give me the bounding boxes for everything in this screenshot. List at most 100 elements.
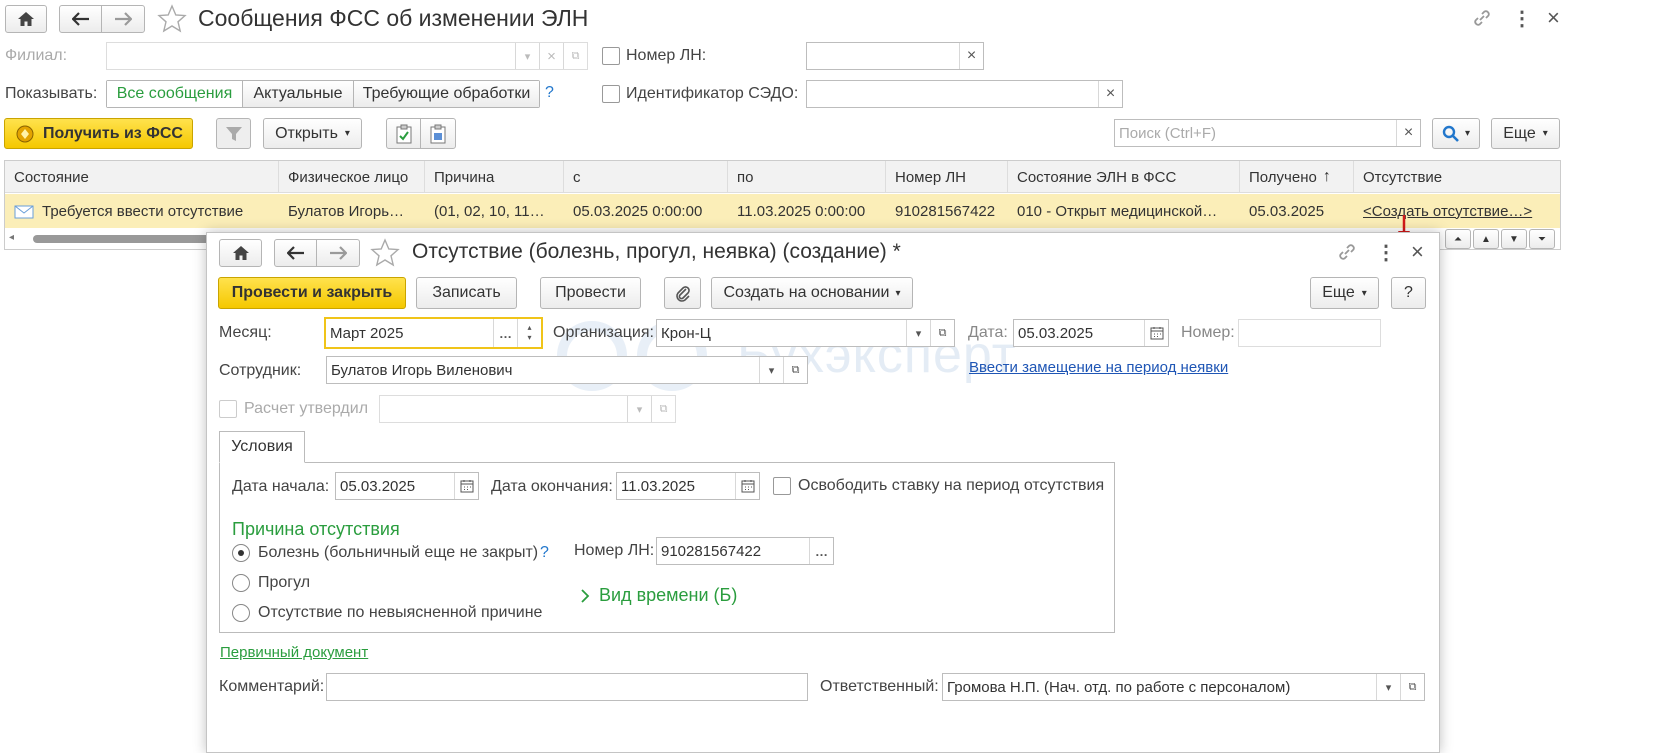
attach-button[interactable] <box>664 277 701 309</box>
table-row[interactable]: Требуется ввести отсутствие Булатов Игор… <box>5 194 1560 228</box>
first-row-icon[interactable]: ⏶ <box>1445 229 1471 249</box>
more-button[interactable]: Еще ▾ <box>1310 277 1379 309</box>
open-icon[interactable]: ⧉ <box>1400 674 1424 700</box>
open-icon[interactable]: ⧉ <box>930 320 954 346</box>
col-from[interactable]: с <box>564 161 728 193</box>
number-field[interactable] <box>1238 319 1381 347</box>
reason-help-icon[interactable]: ? <box>540 544 549 562</box>
nomer-ln-checkbox[interactable] <box>602 47 620 65</box>
dropdown-icon[interactable]: ▾ <box>1376 674 1400 700</box>
search-button[interactable]: ▾ <box>1432 118 1480 149</box>
get-from-fss-button[interactable]: Получить из ФСС <box>4 118 193 149</box>
next-row-icon[interactable]: ▼ <box>1501 229 1527 249</box>
home-button[interactable] <box>5 5 47 33</box>
reason-unknown-radio[interactable] <box>232 604 250 622</box>
table-header: Состояние Физическое лицо Причина с по Н… <box>5 161 1560 193</box>
last-row-icon[interactable]: ⏷ <box>1529 229 1555 249</box>
home-button[interactable] <box>219 239 262 267</box>
clear-icon[interactable]: × <box>539 43 563 69</box>
nomer-ln-field[interactable]: × <box>806 42 984 70</box>
date-field[interactable]: 05.03.2025 <box>1013 319 1169 347</box>
calendar-icon[interactable] <box>735 473 759 499</box>
copy-button[interactable] <box>386 118 421 149</box>
search-input[interactable]: Поиск (Ctrl+F) × <box>1114 119 1421 147</box>
prev-row-icon[interactable]: ▲ <box>1473 229 1499 249</box>
spin-icon[interactable]: ▴ ▾ <box>517 319 541 347</box>
help-button[interactable]: ? <box>1391 277 1426 309</box>
help-icon[interactable]: ? <box>545 84 554 102</box>
approved-checkbox[interactable] <box>219 400 237 418</box>
dropdown-icon[interactable]: ▾ <box>759 357 783 383</box>
select-icon[interactable]: … <box>809 538 833 564</box>
tab-conditions[interactable]: Условия <box>219 431 305 463</box>
filter-button[interactable] <box>216 118 251 149</box>
forward-button[interactable] <box>101 5 145 33</box>
reason-illness-label: Болезнь (больничный еще не закрыт) <box>258 544 539 561</box>
save-button[interactable]: Записать <box>416 277 517 309</box>
dropdown-icon[interactable]: ▾ <box>515 43 539 69</box>
col-absence[interactable]: Отсутствие <box>1354 161 1560 193</box>
scroll-left-icon[interactable]: ◂ <box>9 232 14 243</box>
open-icon[interactable]: ⧉ <box>651 396 675 422</box>
star-icon[interactable] <box>370 238 400 268</box>
open-icon[interactable]: ⧉ <box>563 43 587 69</box>
responsible-field[interactable]: Громова Н.П. (Нач. отд. по работе с перс… <box>942 673 1425 701</box>
create-absence-link[interactable]: <Создать отсутствие…> <box>1354 194 1560 228</box>
start-field[interactable]: 05.03.2025 <box>335 472 479 500</box>
col-ln-number[interactable]: Номер ЛН <box>886 161 1008 193</box>
ln-field[interactable]: 910281567422 … <box>656 537 834 565</box>
filial-field[interactable]: ▾ × ⧉ <box>106 42 588 70</box>
back-button[interactable] <box>274 239 317 267</box>
col-received[interactable]: Получено ↑ <box>1240 161 1354 193</box>
filter-all[interactable]: Все сообщения <box>107 81 242 107</box>
reason-illness-radio[interactable] <box>232 544 250 562</box>
end-field[interactable]: 11.03.2025 <box>616 472 760 500</box>
org-field[interactable]: Крон-Ц ▾ ⧉ <box>656 319 955 347</box>
open-button[interactable]: Открыть ▾ <box>263 118 362 149</box>
search-placeholder: Поиск (Ctrl+F) <box>1119 124 1216 142</box>
col-reason[interactable]: Причина <box>425 161 564 193</box>
select-icon[interactable]: … <box>493 319 517 347</box>
close-icon[interactable]: × <box>1411 239 1424 265</box>
clear-icon[interactable]: × <box>1396 120 1420 146</box>
link-icon[interactable] <box>1336 241 1358 263</box>
sedo-checkbox[interactable] <box>602 85 620 103</box>
col-to[interactable]: по <box>728 161 886 193</box>
calendar-icon[interactable] <box>1144 320 1168 346</box>
clear-icon[interactable]: × <box>959 43 983 69</box>
approved-field[interactable]: ▾ ⧉ <box>379 395 676 423</box>
filter-actual[interactable]: Актуальные <box>242 81 353 107</box>
clear-icon[interactable]: × <box>1098 81 1122 107</box>
open-icon[interactable]: ⧉ <box>783 357 807 383</box>
comment-field[interactable] <box>326 673 808 701</box>
more-button[interactable]: Еще ▾ <box>1491 118 1560 149</box>
reason-truancy-radio[interactable] <box>232 574 250 592</box>
filter-need-processing[interactable]: Требующие обработки <box>353 81 539 107</box>
dropdown-icon[interactable]: ▾ <box>906 320 930 346</box>
start-value: 05.03.2025 <box>340 477 416 495</box>
col-person[interactable]: Физическое лицо <box>279 161 425 193</box>
calendar-icon[interactable] <box>454 473 478 499</box>
dropdown-icon[interactable]: ▾ <box>627 396 651 422</box>
substitute-link[interactable]: Ввести замещение на период неявки <box>969 359 1228 376</box>
month-field[interactable]: Март 2025 … ▴ ▾ <box>324 317 543 349</box>
col-eln-state[interactable]: Состояние ЭЛН в ФСС <box>1008 161 1240 193</box>
scroll-thumb[interactable] <box>33 235 218 243</box>
post-and-close-button[interactable]: Провести и закрыть <box>218 277 406 309</box>
back-button[interactable] <box>59 5 102 33</box>
more-vertical-icon[interactable]: ⋮ <box>1512 6 1532 31</box>
paste-button[interactable] <box>420 118 456 149</box>
primary-doc-link[interactable]: Первичный документ <box>220 644 368 661</box>
free-rate-checkbox[interactable] <box>773 477 791 495</box>
post-button[interactable]: Провести <box>540 277 641 309</box>
more-vertical-icon[interactable]: ⋮ <box>1376 240 1396 265</box>
forward-button[interactable] <box>316 239 360 267</box>
create-based-button[interactable]: Создать на основании ▾ <box>711 277 913 309</box>
col-state[interactable]: Состояние <box>5 161 279 193</box>
employee-field[interactable]: Булатов Игорь Виленович ▾ ⧉ <box>326 356 808 384</box>
star-icon[interactable] <box>157 4 187 34</box>
close-icon[interactable]: × <box>1547 5 1560 31</box>
sedo-field[interactable]: × <box>806 80 1123 108</box>
time-kind-toggle[interactable]: Вид времени (Б) <box>580 585 737 606</box>
link-icon[interactable] <box>1471 7 1493 29</box>
